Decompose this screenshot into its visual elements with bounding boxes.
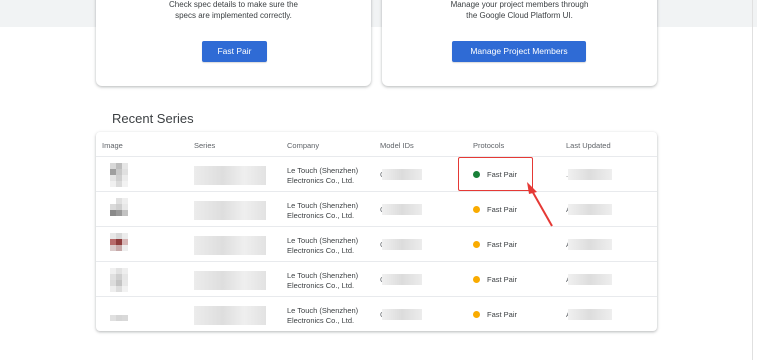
annotation-arrow-head bbox=[527, 182, 537, 194]
annotation-arrow bbox=[527, 182, 553, 227]
annotation-arrow-line bbox=[530, 188, 553, 227]
